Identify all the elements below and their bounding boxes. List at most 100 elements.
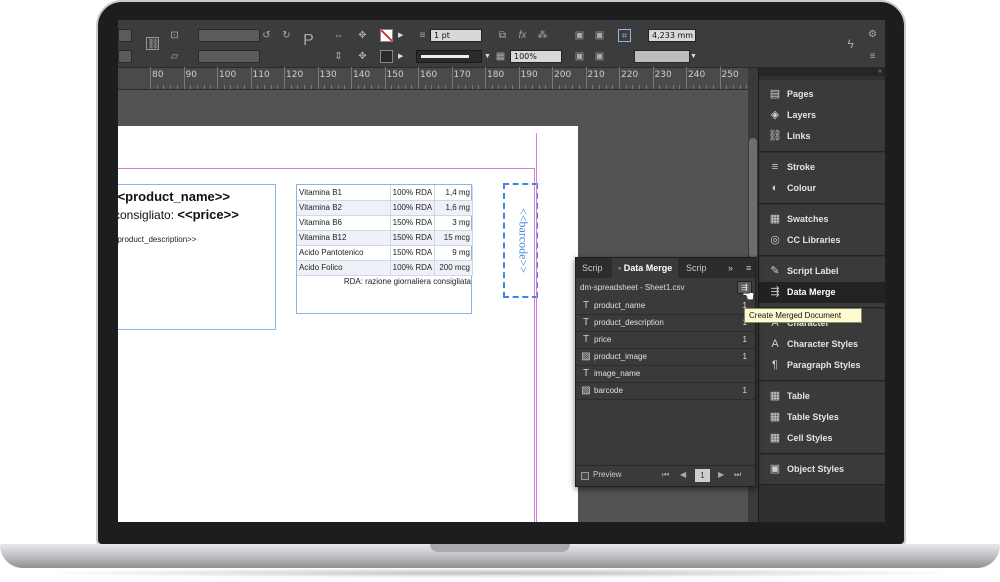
fitting-select[interactable] — [634, 50, 690, 63]
bleed-guide — [536, 133, 537, 522]
table-cell: Acido Pantotenico — [297, 245, 391, 261]
align-bottom-icon[interactable]: ▣ — [593, 29, 606, 42]
distribute-icon[interactable]: ▣ — [573, 50, 586, 63]
dimension-field[interactable]: 4,233 mm — [648, 29, 696, 42]
scale-x-field[interactable] — [198, 29, 260, 42]
data-field-name: product_description — [594, 318, 664, 327]
opacity-field[interactable]: 100% — [510, 50, 562, 63]
ruler-minor-tick — [438, 85, 440, 89]
barcode-frame[interactable]: <<barcode>> — [503, 183, 538, 298]
dock-item-cc-libraries[interactable]: ◎ CC Libraries — [759, 230, 885, 251]
dock-item-label: CC Libraries — [787, 235, 841, 245]
data-field-row[interactable]: Tproduct_description1 — [576, 315, 755, 332]
tab-overflow-icon[interactable]: » — [722, 258, 739, 278]
ruler-minor-tick — [612, 85, 614, 89]
dock-item-table[interactable]: ▦ Table — [759, 386, 885, 407]
data-field-row[interactable]: Tproduct_name 1 — [576, 298, 755, 315]
align-top-icon[interactable]: ▣ — [573, 29, 586, 42]
select-container-icon[interactable]: ✥ — [356, 29, 369, 42]
select-content-icon[interactable]: ✥ — [356, 50, 369, 63]
data-field-row[interactable]: ▨ product_image 1 — [576, 349, 755, 366]
x-field[interactable] — [118, 29, 132, 42]
last-record-icon[interactable]: ⏭ — [734, 470, 741, 480]
ruler-major-tick — [183, 67, 185, 89]
opacity-level-icon: ▦ — [495, 51, 506, 62]
gear-icon[interactable]: ⚙ — [866, 28, 879, 41]
fitting-dropdown-icon[interactable]: ▼ — [690, 50, 697, 63]
menu-icon[interactable]: ≡ — [866, 50, 879, 63]
ruler-tick-label: 160 — [420, 70, 438, 80]
data-field-row[interactable]: Timage_name — [576, 366, 755, 383]
stroke-type-select[interactable] — [416, 50, 482, 63]
fill-swatch-icon[interactable] — [380, 29, 393, 42]
ruler-tick-label: 210 — [587, 70, 605, 80]
ruler-minor-tick — [565, 85, 567, 89]
dock-item-stroke[interactable]: ≡ Stroke — [759, 157, 885, 178]
lightning-icon[interactable]: ϟ — [844, 38, 857, 51]
scroll-thumb[interactable] — [749, 138, 757, 258]
table-cell: 100% RDA — [390, 200, 436, 216]
fill-dropdown-icon[interactable]: ▶ — [398, 29, 405, 42]
dock-item-swatches[interactable]: ▦ Swatches — [759, 209, 885, 230]
dock-item-links[interactable]: ⛓ Links — [759, 126, 885, 147]
stroke-swatch-icon[interactable] — [380, 50, 393, 63]
table-cell: 150% RDA — [390, 245, 436, 261]
y-field[interactable] — [118, 50, 132, 63]
dock-item-cell-styles[interactable]: ▦ Cell Styles — [759, 428, 885, 449]
panel-menu-icon[interactable]: ≡ — [740, 258, 757, 278]
record-number-field[interactable]: 1 — [695, 469, 710, 482]
tab-script-2[interactable]: Scrip — [680, 258, 713, 278]
dock-item-table-styles[interactable]: ▦ Table Styles — [759, 407, 885, 428]
cell-styles-icon: ▦ — [769, 432, 781, 444]
reference-point-icon[interactable]: P — [302, 33, 315, 49]
stroke-type-dropdown-icon[interactable]: ▼ — [484, 50, 491, 63]
data-field-count: 1 — [742, 335, 747, 344]
data-field-row[interactable]: ▨ barcode 1 — [576, 383, 755, 400]
vitamin-table-frame[interactable]: Vitamina B1 100% RDA 1,4 mg Vitamina B2 100%… — [296, 184, 473, 314]
ruler-major-tick — [518, 67, 520, 89]
dock-item-label: Links — [787, 131, 811, 141]
distribute-v-icon[interactable]: ▣ — [593, 50, 606, 63]
previous-record-icon[interactable]: ◀ — [680, 470, 686, 479]
dock-item-paragraph-styles[interactable]: ¶ Paragraph Styles — [759, 355, 885, 376]
table-cell: Vitamina B12 — [297, 230, 391, 246]
stroke-weight-field[interactable]: 1 pt — [430, 29, 482, 42]
data-field-name: image_name — [594, 369, 641, 378]
dock-item-object-styles[interactable]: ▣ Object Styles — [759, 459, 885, 480]
rotate-cw-icon[interactable]: ↻ — [280, 29, 293, 42]
ruler-minor-tick — [223, 85, 225, 89]
first-record-icon[interactable]: ⏮ — [662, 470, 669, 480]
constrain-icon[interactable]: ⛓ — [146, 37, 160, 50]
ruler-minor-tick — [176, 85, 178, 89]
next-record-icon[interactable]: ▶ — [718, 470, 724, 479]
effects-icon[interactable]: fx — [516, 29, 529, 42]
dock-item-colour[interactable]: ◐ Colour — [759, 178, 885, 199]
ruler-minor-tick — [578, 85, 580, 89]
transform-again-icon[interactable]: ⧉ — [496, 29, 509, 42]
flip-h-icon[interactable]: ⇔ — [332, 29, 345, 42]
ruler-minor-tick — [558, 85, 560, 89]
product-text-frame[interactable]: <<product_name>> consigliato: <<price>> … — [118, 184, 276, 330]
dock-item-data-merge[interactable]: ⇶ Data Merge — [759, 282, 885, 303]
ruler-minor-tick — [692, 85, 694, 89]
dock-collapse-icon[interactable]: « — [759, 68, 885, 76]
dock-item-script-label[interactable]: ✎ Script Label — [759, 261, 885, 282]
tab-script[interactable]: Scrip — [576, 258, 609, 278]
ruler-minor-tick — [330, 85, 332, 89]
dock-item-pages[interactable]: ▤ Pages — [759, 84, 885, 105]
frame-fitting-icon[interactable]: ⌗ — [618, 29, 631, 42]
text-field-icon: T — [582, 317, 590, 328]
tab-data-merge[interactable]: ◦ Data Merge — [612, 258, 679, 278]
stroke-dropdown-icon[interactable]: ▶ — [398, 50, 405, 63]
dock-group: ▦ Swatches ◎ CC Libraries — [759, 205, 885, 256]
preview-checkbox[interactable] — [581, 472, 589, 480]
dock-group: ▣ Object Styles — [759, 455, 885, 485]
dock-item-character-styles[interactable]: A Character Styles — [759, 334, 885, 355]
dock-item-layers[interactable]: ◈ Layers — [759, 105, 885, 126]
horizontal-ruler: 80 90 100 110 120 130 140 150 160 170 180 190 200 210… — [118, 67, 748, 90]
rotate-ccw-icon[interactable]: ↺ — [260, 29, 273, 42]
script-label-icon: ✎ — [770, 265, 780, 277]
flip-v-icon[interactable]: ⇕ — [332, 50, 345, 63]
scale-y-field[interactable] — [198, 50, 260, 63]
data-field-row[interactable]: Tprice 1 — [576, 332, 755, 349]
